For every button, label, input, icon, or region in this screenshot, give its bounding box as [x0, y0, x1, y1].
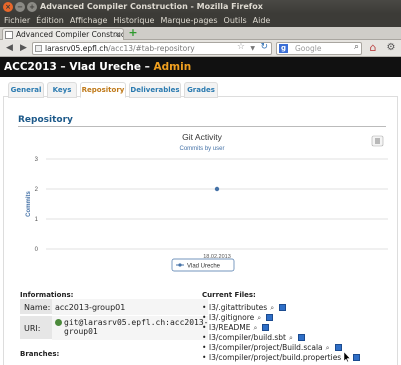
tab-repository[interactable]: Repository	[80, 82, 126, 98]
uri-value[interactable]: git@larasrv05.epfl.ch:acc2013- group01	[52, 316, 209, 340]
uri-line-1: git@larasrv05.epfl.ch:acc2013-	[64, 318, 209, 327]
section-title: Repository	[18, 115, 73, 125]
page-favicon-icon	[5, 31, 13, 39]
view-magnifier-icon[interactable]: ⌕	[257, 315, 264, 322]
site-identity-icon[interactable]	[35, 45, 42, 52]
download-floppy-icon[interactable]	[266, 314, 274, 321]
chart-svg: Git ActivityCommits by user0123Commits18…	[26, 132, 388, 272]
minimize-icon[interactable]: −	[15, 2, 25, 12]
git-activity-chart: Git Activity Commits by user 0 1 2 3 Commits 18…	[16, 132, 388, 277]
y-tick-label: 1	[35, 217, 39, 223]
download-floppy-icon[interactable]	[334, 344, 342, 351]
list-item: •l3/compiler/project/build.properties⌕	[202, 353, 361, 363]
menu-marque-pages[interactable]: Marque-pages	[160, 14, 217, 27]
tab-deliverables[interactable]: Deliverables	[129, 82, 181, 98]
branches-title: Branches:	[20, 350, 60, 358]
list-item: • l3/.gitignore ⌕	[202, 313, 274, 323]
data-point	[214, 186, 220, 192]
current-files-title: Current Files:	[202, 291, 256, 299]
download-floppy-icon[interactable]	[262, 324, 270, 331]
web-page: ACC2013 – Vlad Ureche – Admin General Ke…	[0, 57, 401, 365]
y-axis-label: Commits	[26, 191, 32, 217]
navigation-bar: ◀ ▶ larasrv05.epfl.ch/acc13/#tab-reposit…	[0, 40, 401, 57]
search-placeholder: Google	[295, 44, 322, 53]
window-titlebar: × − + Advanced Compiler Construction - M…	[0, 0, 401, 14]
git-icon	[55, 319, 62, 326]
page-header: ACC2013 – Vlad Ureche – Admin	[0, 57, 401, 77]
y-tick-label: 0	[35, 247, 39, 253]
info-row-uri: URI: git@larasrv05.epfl.ch:acc2013- grou…	[20, 316, 209, 340]
menu-aide[interactable]: Aide	[253, 14, 271, 27]
addon-icon[interactable]: ⚙	[384, 41, 398, 55]
list-item: • l3/README ⌕	[202, 323, 270, 333]
section-divider	[18, 126, 386, 127]
view-magnifier-icon[interactable]: ⌕	[253, 325, 260, 332]
download-floppy-icon[interactable]	[353, 354, 361, 361]
bookmark-star-icon[interactable]: ☆	[237, 43, 245, 53]
url-path: /acc13/#tab-repository	[108, 44, 195, 53]
window-title: Advanced Compiler Construction - Mozilla…	[40, 2, 263, 11]
tab-keys[interactable]: Keys	[47, 82, 77, 98]
url-bar[interactable]: larasrv05.epfl.ch/acc13/#tab-repository …	[32, 42, 272, 55]
menu-bar: Fichier Édition Affichage Historique Mar…	[0, 14, 401, 27]
chart-title: Git Activity	[182, 132, 222, 142]
search-box[interactable]: g Google ⌕	[276, 42, 362, 55]
menu-fichier[interactable]: Fichier	[4, 14, 30, 27]
informations-title: Informations:	[20, 291, 74, 299]
file-link[interactable]: l3/.gitignore	[209, 313, 254, 322]
back-arrow-icon[interactable]: ◀	[3, 42, 16, 55]
download-floppy-icon[interactable]	[279, 304, 287, 311]
file-link[interactable]: l3/.gitattributes	[209, 303, 267, 312]
url-host: larasrv05.epfl.ch	[45, 44, 109, 53]
list-item: • l3/compiler/project/Build.scala ⌕	[202, 343, 342, 353]
browser-tab[interactable]: Advanced Compiler Constructi... ×	[2, 28, 124, 40]
page-header-title: ACC2013 – Vlad Ureche –	[4, 61, 154, 73]
browser-tab-title: Advanced Compiler Constructi...	[16, 30, 123, 39]
reload-icon[interactable]: ↻	[260, 43, 268, 53]
menu-affichage[interactable]: Affichage	[70, 14, 108, 27]
uri-label: URI:	[24, 324, 41, 333]
forward-arrow-icon[interactable]: ▶	[17, 42, 30, 55]
home-icon[interactable]: ⌂	[366, 41, 380, 55]
file-link[interactable]: l3/compiler/build.sbt	[209, 333, 286, 342]
uri-line-2: group01	[64, 327, 98, 336]
url-dropdown-icon[interactable]: ▼	[250, 43, 255, 54]
legend-label: Vlad Ureche	[187, 264, 221, 270]
y-tick-label: 2	[35, 187, 39, 193]
new-tab-plus-icon[interactable]: +	[127, 27, 139, 39]
menu-edition[interactable]: Édition	[36, 14, 64, 27]
view-magnifier-icon[interactable]: ⌕	[289, 335, 296, 342]
admin-label: Admin	[153, 61, 192, 73]
maximize-icon[interactable]: +	[27, 2, 37, 12]
chart-subtitle: Commits by user	[179, 146, 224, 152]
mouse-cursor-icon	[344, 352, 350, 362]
info-row-name: Name: acc2013-group01	[20, 299, 208, 315]
download-floppy-icon[interactable]	[298, 334, 305, 341]
close-tab-icon[interactable]: ×	[114, 29, 121, 40]
legend-marker	[178, 263, 182, 267]
view-magnifier-icon[interactable]: ⌕	[270, 305, 277, 312]
browser-tab-strip: Advanced Compiler Constructi... × +	[0, 27, 401, 40]
search-icon[interactable]: ⌕	[354, 42, 359, 53]
file-link[interactable]: l3/compiler/project/build.properties	[209, 353, 341, 362]
file-link[interactable]: l3/README	[209, 323, 250, 332]
y-tick-label: 3	[35, 157, 39, 163]
tab-grades[interactable]: Grades	[184, 82, 218, 98]
name-value: acc2013-group01	[52, 299, 208, 315]
list-item: • l3/.gitattributes ⌕	[202, 303, 287, 313]
view-magnifier-icon[interactable]: ⌕	[326, 345, 333, 352]
menu-outils[interactable]: Outils	[224, 14, 247, 27]
close-icon[interactable]: ×	[3, 2, 13, 12]
tab-general[interactable]: General	[8, 82, 44, 98]
google-engine-icon[interactable]: g	[279, 44, 288, 53]
list-item: • l3/compiler/build.sbt ⌕	[202, 333, 305, 343]
name-label: Name:	[24, 303, 51, 312]
file-link[interactable]: l3/compiler/project/Build.scala	[209, 343, 323, 352]
page-tabs: General Keys Repository Deliverables Gra…	[3, 79, 398, 98]
